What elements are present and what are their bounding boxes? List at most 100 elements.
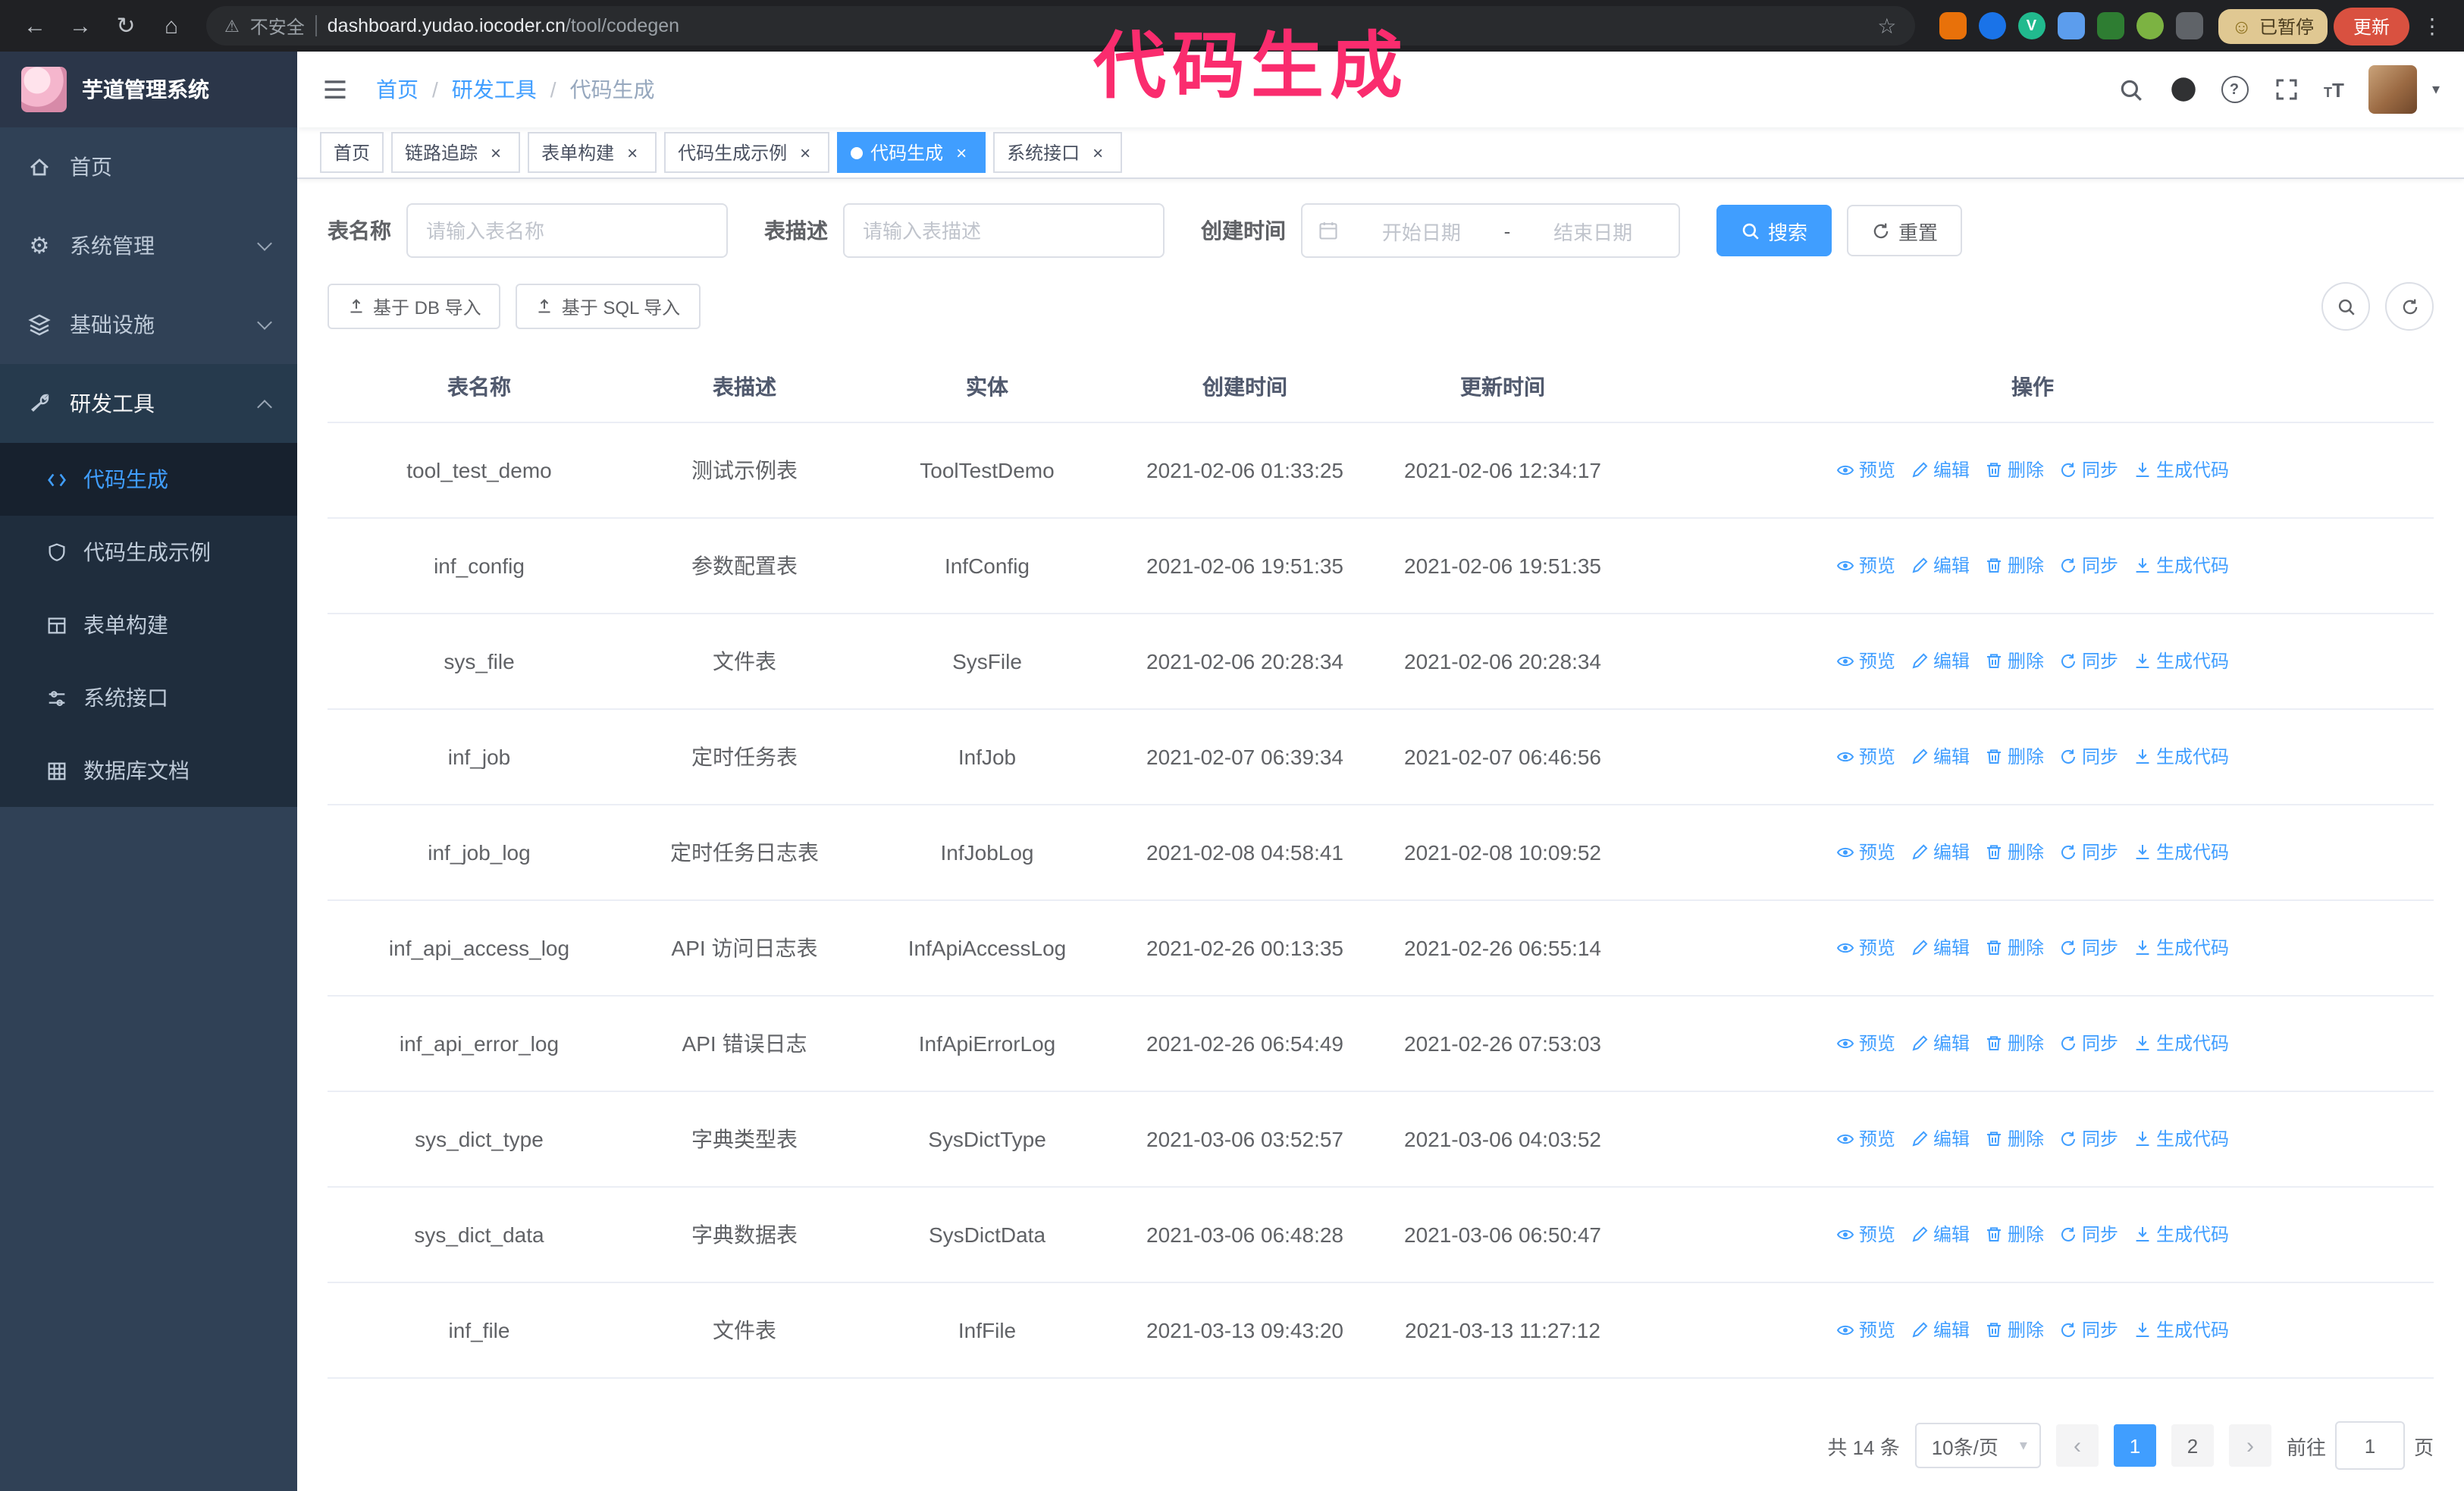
hamburger-icon[interactable]: [321, 74, 352, 105]
action-delete-link[interactable]: 删除: [1985, 457, 2044, 483]
table-name-input[interactable]: [406, 203, 728, 258]
extension-icon-5[interactable]: [2136, 12, 2164, 39]
action-edit-link[interactable]: 编辑: [1911, 840, 1970, 865]
avatar-caret-icon[interactable]: ▾: [2432, 81, 2440, 98]
import-db-button[interactable]: 基于 DB 导入: [328, 284, 501, 329]
sidebar-item-system[interactable]: ⚙ 系统管理: [0, 206, 297, 285]
sidebar-item-form-builder[interactable]: 表单构建: [0, 589, 297, 661]
page-size-select[interactable]: 10条/页 ▾: [1914, 1423, 2041, 1468]
tab-api[interactable]: 系统接口 ×: [993, 132, 1123, 173]
tab-form-builder[interactable]: 表单构建 ×: [528, 132, 657, 173]
action-generate-link[interactable]: 生成代码: [2133, 1126, 2229, 1152]
browser-back-icon[interactable]: ←: [15, 6, 55, 46]
action-delete-link[interactable]: 删除: [1985, 840, 2044, 865]
sidebar-item-home[interactable]: 首页: [0, 127, 297, 206]
action-preview-link[interactable]: 预览: [1836, 553, 1895, 579]
security-label[interactable]: 不安全: [250, 13, 305, 39]
action-preview-link[interactable]: 预览: [1836, 457, 1895, 483]
action-edit-link[interactable]: 编辑: [1911, 457, 1970, 483]
action-delete-link[interactable]: 删除: [1985, 1031, 2044, 1056]
address-bar[interactable]: ⚠ 不安全 dashboard.yudao.iocoder.cn/tool/co…: [206, 6, 1915, 46]
date-range-picker[interactable]: 开始日期 - 结束日期: [1301, 203, 1680, 258]
action-edit-link[interactable]: 编辑: [1911, 1317, 1970, 1343]
action-preview-link[interactable]: 预览: [1836, 1222, 1895, 1248]
action-generate-link[interactable]: 生成代码: [2133, 840, 2229, 865]
action-edit-link[interactable]: 编辑: [1911, 648, 1970, 674]
action-sync-link[interactable]: 同步: [2059, 1317, 2118, 1343]
close-icon[interactable]: ×: [622, 142, 643, 163]
action-delete-link[interactable]: 删除: [1985, 1317, 2044, 1343]
tab-home[interactable]: 首页: [320, 132, 384, 173]
bookmark-star-icon[interactable]: ☆: [1877, 13, 1896, 39]
chrome-menu-icon[interactable]: ⋮: [2415, 13, 2449, 39]
action-preview-link[interactable]: 预览: [1836, 935, 1895, 961]
next-page-button[interactable]: ›: [2228, 1424, 2271, 1467]
action-sync-link[interactable]: 同步: [2059, 840, 2118, 865]
page-button-1[interactable]: 1: [2113, 1424, 2156, 1467]
action-preview-link[interactable]: 预览: [1836, 744, 1895, 770]
action-edit-link[interactable]: 编辑: [1911, 1222, 1970, 1248]
action-edit-link[interactable]: 编辑: [1911, 744, 1970, 770]
tab-codegen[interactable]: 代码生成 ×: [837, 132, 986, 173]
action-sync-link[interactable]: 同步: [2059, 457, 2118, 483]
action-edit-link[interactable]: 编辑: [1911, 553, 1970, 579]
goto-page-input[interactable]: [2334, 1421, 2405, 1470]
action-generate-link[interactable]: 生成代码: [2133, 1031, 2229, 1056]
action-delete-link[interactable]: 删除: [1985, 744, 2044, 770]
sidebar-item-api[interactable]: 系统接口: [0, 661, 297, 734]
action-edit-link[interactable]: 编辑: [1911, 1126, 1970, 1152]
sidebar-item-codegen[interactable]: 代码生成: [0, 443, 297, 516]
action-sync-link[interactable]: 同步: [2059, 1126, 2118, 1152]
breadcrumb-item[interactable]: 首页: [376, 74, 419, 105]
tab-codegen-example[interactable]: 代码生成示例 ×: [664, 132, 830, 173]
sidebar-item-devtools[interactable]: 研发工具: [0, 364, 297, 443]
close-icon[interactable]: ×: [951, 142, 972, 163]
github-icon[interactable]: [2169, 76, 2196, 103]
action-preview-link[interactable]: 预览: [1836, 1317, 1895, 1343]
action-generate-link[interactable]: 生成代码: [2133, 553, 2229, 579]
extensions-puzzle-icon[interactable]: [2175, 12, 2203, 39]
import-sql-button[interactable]: 基于 SQL 导入: [516, 284, 701, 329]
action-sync-link[interactable]: 同步: [2059, 1031, 2118, 1056]
action-sync-link[interactable]: 同步: [2059, 553, 2118, 579]
help-icon[interactable]: ?: [2221, 76, 2249, 103]
action-generate-link[interactable]: 生成代码: [2133, 1222, 2229, 1248]
browser-home-icon[interactable]: ⌂: [152, 6, 191, 46]
chrome-update-button[interactable]: 更新: [2333, 7, 2409, 45]
action-preview-link[interactable]: 预览: [1836, 1031, 1895, 1056]
search-button[interactable]: 搜索: [1716, 205, 1832, 256]
action-generate-link[interactable]: 生成代码: [2133, 744, 2229, 770]
browser-forward-icon[interactable]: →: [61, 6, 100, 46]
user-avatar[interactable]: [2368, 65, 2417, 114]
action-sync-link[interactable]: 同步: [2059, 1222, 2118, 1248]
extension-icon-2[interactable]: [1978, 12, 2006, 39]
vue-devtools-icon[interactable]: V: [2017, 12, 2045, 39]
action-sync-link[interactable]: 同步: [2059, 744, 2118, 770]
action-delete-link[interactable]: 删除: [1985, 553, 2044, 579]
extension-icon-4[interactable]: [2096, 12, 2124, 39]
action-sync-link[interactable]: 同步: [2059, 935, 2118, 961]
font-size-icon[interactable]: TT: [2324, 80, 2344, 99]
action-sync-link[interactable]: 同步: [2059, 648, 2118, 674]
sidebar-logo[interactable]: 芋道管理系统: [0, 52, 297, 127]
action-delete-link[interactable]: 删除: [1985, 648, 2044, 674]
table-desc-input[interactable]: [843, 203, 1165, 258]
close-icon[interactable]: ×: [1087, 142, 1108, 163]
action-edit-link[interactable]: 编辑: [1911, 935, 1970, 961]
action-generate-link[interactable]: 生成代码: [2133, 935, 2229, 961]
action-edit-link[interactable]: 编辑: [1911, 1031, 1970, 1056]
action-preview-link[interactable]: 预览: [1836, 840, 1895, 865]
extension-icon-3[interactable]: [2057, 12, 2085, 39]
sidebar-item-db-docs[interactable]: 数据库文档: [0, 734, 297, 807]
page-button-2[interactable]: 2: [2171, 1424, 2214, 1467]
profile-paused-badge[interactable]: ☺ 已暂停: [2218, 8, 2328, 43]
close-icon[interactable]: ×: [795, 142, 816, 163]
refresh-table-button[interactable]: [2385, 282, 2434, 331]
search-icon[interactable]: [2118, 76, 2145, 103]
toggle-search-button[interactable]: [2321, 282, 2370, 331]
breadcrumb-item[interactable]: 研发工具: [419, 74, 537, 105]
fullscreen-icon[interactable]: [2272, 76, 2299, 103]
action-preview-link[interactable]: 预览: [1836, 1126, 1895, 1152]
tab-tracing[interactable]: 链路追踪 ×: [391, 132, 521, 173]
action-delete-link[interactable]: 删除: [1985, 935, 2044, 961]
